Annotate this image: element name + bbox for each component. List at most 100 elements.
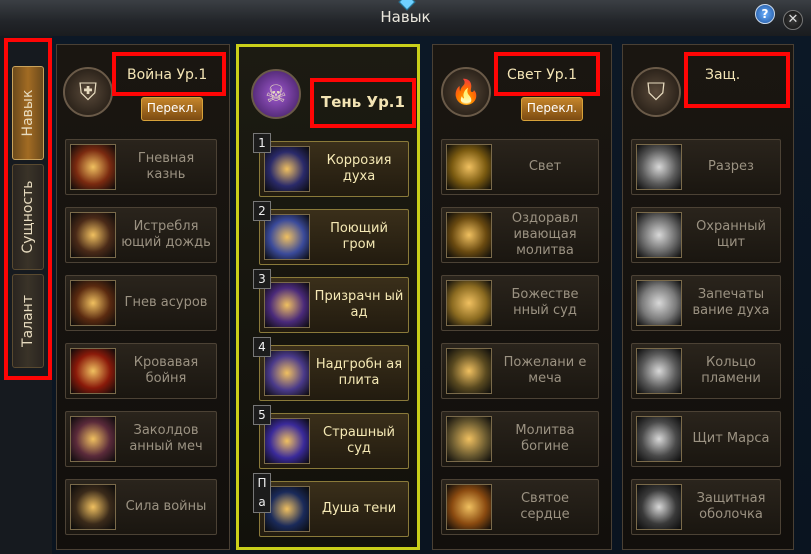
skill-icon — [636, 484, 682, 530]
skill-name: Истребля ющий дождь — [121, 219, 211, 250]
skill-name: Свет — [528, 159, 562, 174]
skill-slot[interactable]: Святое сердце — [441, 479, 599, 535]
skill-icon — [70, 280, 116, 326]
skill-slot[interactable]: Призрачн ый ад — [259, 277, 409, 333]
class-title: Тень Ур.1 — [321, 93, 405, 111]
skill-name: Призрачн ый ад — [314, 289, 404, 320]
skill-slot[interactable]: Страшный суд — [259, 413, 409, 469]
skill-icon — [446, 484, 492, 530]
skill-slot[interactable]: Охранный щит — [631, 207, 781, 263]
skill-slot[interactable]: Щит Марса — [631, 411, 781, 467]
helmet-icon: ⛨ — [63, 67, 113, 117]
skill-icon — [70, 348, 116, 394]
skill-icon — [70, 144, 116, 190]
class-column: 🔥 Свет Ур.1 Перекл. Свет Оздоравл ивающая мо… — [432, 44, 612, 550]
skill-name: Оздоравл ивающая молитва — [511, 211, 579, 258]
skill-slot[interactable]: Коррозия духа — [259, 141, 409, 197]
switch-button[interactable]: Перекл. — [141, 97, 203, 121]
skill-slot[interactable]: Пожелани е меча — [441, 343, 599, 399]
skill-slot[interactable]: Душа тени — [259, 481, 409, 537]
skill-name: Гневная казнь — [137, 151, 195, 182]
skill-name: Заколдов анный меч — [129, 423, 203, 454]
skill-name: Гнев асуров — [124, 295, 208, 310]
skill-name: Щит Марса — [692, 431, 770, 446]
skill-slot[interactable]: Защитная оболочка — [631, 479, 781, 535]
class-column: ⛨ Война Ур.1 Перекл. Гневная казнь Истребля … — [56, 44, 230, 550]
slot-number: 3 — [253, 269, 271, 289]
flame-icon: 🔥 — [441, 67, 491, 117]
skill-name: Защитная оболочка — [696, 491, 766, 522]
skill-slot[interactable]: Истребля ющий дождь — [65, 207, 217, 263]
switch-button[interactable]: Перекл. — [521, 97, 583, 121]
class-level: Ур.1 — [366, 93, 405, 111]
skill-slot[interactable]: Божестве нный суд — [441, 275, 599, 331]
class-title: Свет Ур.1 — [507, 67, 577, 83]
skill-name: Душа тени — [321, 501, 397, 516]
skill-icon — [446, 348, 492, 394]
skill-name: Святое сердце — [520, 491, 570, 522]
slot-number: П а — [253, 473, 271, 513]
skill-slot[interactable]: Свет — [441, 139, 599, 195]
skill-name: Молитва богине — [515, 423, 575, 454]
skill-name: Божестве нный суд — [511, 287, 579, 318]
skill-slot[interactable]: Кровавая бойня — [65, 343, 217, 399]
skill-icon — [636, 416, 682, 462]
tab-talent[interactable]: Талант — [12, 274, 44, 368]
skill-window: Навык ? ✕ Навык Сущность Талант ⛨ Война У… — [0, 0, 811, 554]
slot-number: 2 — [253, 201, 271, 221]
skull-icon: ☠ — [251, 69, 301, 119]
skill-icon — [446, 280, 492, 326]
skill-name: Сила войны — [125, 499, 207, 514]
skill-slot[interactable]: Разрез — [631, 139, 781, 195]
tab-skill[interactable]: Навык — [12, 66, 44, 160]
skill-icon — [446, 212, 492, 258]
tab-label: Сущность — [20, 180, 36, 254]
slot-number: 4 — [253, 337, 271, 357]
skill-icon — [70, 416, 116, 462]
skill-slot[interactable]: Запечаты вание духа — [631, 275, 781, 331]
tab-bar: Навык Сущность Талант — [0, 36, 52, 554]
skill-name: Пожелани е меча — [503, 355, 587, 386]
skill-name: Разрез — [708, 159, 754, 174]
skill-slot[interactable]: Гневная казнь — [65, 139, 217, 195]
skill-slot[interactable]: Кольцо пламени — [631, 343, 781, 399]
class-name: Свет — [507, 67, 542, 83]
skill-name: Кольцо пламени — [701, 355, 761, 386]
skill-slot[interactable]: Гнев асуров — [65, 275, 217, 331]
skill-icon — [636, 348, 682, 394]
skill-slot[interactable]: Надгробн ая плита — [259, 345, 409, 401]
skill-slot[interactable]: Молитва богине — [441, 411, 599, 467]
skill-icon — [70, 212, 116, 258]
skill-name: Кровавая бойня — [133, 355, 199, 386]
skill-name: Коррозия духа — [326, 153, 392, 184]
class-column: ⛉ Защ. Разрез Охранный щит Запечаты вание д… — [622, 44, 794, 550]
skill-slot[interactable]: Заколдов анный меч — [65, 411, 217, 467]
skill-slot[interactable]: Оздоравл ивающая молитва — [441, 207, 599, 263]
slot-number: 5 — [253, 405, 271, 425]
close-button[interactable]: ✕ — [783, 10, 803, 30]
skill-icon — [446, 144, 492, 190]
skill-name: Страшный суд — [323, 425, 395, 456]
skill-slot[interactable]: Сила войны — [65, 479, 217, 535]
skill-icon — [636, 280, 682, 326]
skill-slot[interactable]: Поющий гром — [259, 209, 409, 265]
tab-essence[interactable]: Сущность — [12, 164, 44, 270]
skill-icon — [446, 416, 492, 462]
slot-number: 1 — [253, 133, 271, 153]
class-level: Ур.1 — [546, 67, 578, 83]
help-button[interactable]: ? — [755, 4, 775, 24]
skill-icon — [636, 144, 682, 190]
skill-name: Поющий гром — [330, 221, 388, 252]
tab-label: Талант — [20, 295, 36, 347]
class-name: Война — [127, 67, 173, 83]
class-title: Защ. — [705, 67, 740, 83]
class-name: Защ. — [705, 67, 741, 83]
skill-icon — [70, 484, 116, 530]
class-name: Тень — [321, 93, 362, 111]
class-column: ☠ Тень Ур.1 Коррозия духа 1 Поющий гром 2 Приз… — [236, 44, 420, 550]
window-title: Навык — [380, 8, 431, 26]
title-bar: Навык ? ✕ — [0, 0, 811, 37]
tab-label: Навык — [20, 89, 36, 137]
skill-icon — [636, 212, 682, 258]
skill-name: Охранный щит — [696, 219, 766, 250]
